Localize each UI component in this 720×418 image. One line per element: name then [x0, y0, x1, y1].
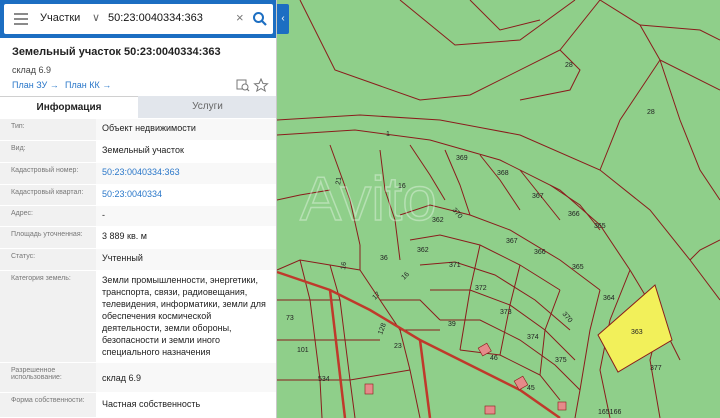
svg-text:45: 45	[527, 385, 535, 392]
property-key: Кадастровый квартал:	[0, 185, 96, 205]
svg-text:21: 21	[335, 176, 343, 185]
plan-zu-label: План ЗУ	[12, 80, 48, 90]
svg-text:369: 369	[456, 155, 468, 162]
search-bar: Участки ∨ 50:23:0040334:363 ×	[0, 0, 276, 38]
property-row: Форма собственности: Частная собственнос…	[0, 393, 276, 418]
tab-services[interactable]: Услуги	[138, 96, 276, 118]
property-key: Категория земель:	[0, 271, 96, 362]
cadastral-quarter-link[interactable]: 50:23:0040334	[96, 185, 276, 205]
plan-kk-link[interactable]: План КК →	[65, 80, 111, 90]
chevron-left-icon: ‹	[281, 13, 285, 24]
property-row: Вид: Земельный участок	[0, 141, 276, 163]
svg-text:39: 39	[448, 321, 456, 328]
panel-tools	[236, 78, 269, 92]
search-icon[interactable]	[252, 11, 268, 27]
info-panel: Участки ∨ 50:23:0040334:363 × Земельный …	[0, 0, 277, 418]
svg-text:367: 367	[532, 193, 544, 200]
svg-text:362: 362	[432, 217, 444, 224]
menu-icon[interactable]	[14, 13, 28, 25]
property-value: Учтенный	[96, 249, 276, 270]
arrow-right-icon: →	[102, 80, 112, 90]
svg-text:16: 16	[340, 261, 348, 270]
svg-text:365: 365	[594, 223, 606, 230]
svg-text:366: 366	[534, 249, 546, 256]
avito-watermark: Avito	[300, 165, 437, 234]
property-value: Объект недвижимости	[96, 119, 276, 140]
zoom-to-icon[interactable]	[236, 79, 250, 92]
property-row: Статус: Учтенный	[0, 249, 276, 271]
svg-text:16: 16	[398, 183, 406, 190]
svg-text:365: 365	[572, 264, 584, 271]
svg-text:372: 372	[475, 285, 487, 292]
svg-text:1: 1	[386, 131, 390, 138]
property-value: Земли промышленности, энергетики, трансп…	[102, 275, 266, 357]
svg-text:371: 371	[449, 262, 461, 269]
property-key: Форма собственности:	[0, 393, 96, 417]
cadastral-map-app: Avito 1 16 21 28 28 369 368 367 366 370 …	[0, 0, 720, 418]
svg-text:373: 373	[500, 309, 512, 316]
svg-text:362: 362	[417, 247, 429, 254]
property-key: Площадь уточненная:	[0, 227, 96, 248]
search-input[interactable]: 50:23:0040334:363	[108, 12, 203, 24]
property-key: Кадастровый номер:	[0, 163, 96, 184]
plan-kk-label: План КК	[65, 80, 100, 90]
tab-bar: Информация Услуги	[0, 96, 276, 118]
property-row: Адрес: -	[0, 206, 276, 227]
property-value: Частная собственность	[102, 399, 201, 409]
star-icon[interactable]	[253, 78, 269, 92]
parcel-subtitle: склад 6.9	[12, 65, 52, 75]
property-row: Кадастровый номер: 50:23:0040334:363	[0, 163, 276, 185]
property-key: Вид:	[0, 141, 96, 162]
close-icon[interactable]: ×	[236, 10, 244, 25]
svg-text:534: 534	[318, 376, 330, 383]
property-value: Земельный участок	[102, 145, 184, 155]
svg-text:374: 374	[527, 334, 539, 341]
svg-text:366: 366	[568, 211, 580, 218]
svg-text:367: 367	[506, 238, 518, 245]
svg-text:363: 363	[631, 329, 643, 336]
category-select[interactable]: Участки	[40, 12, 80, 24]
cadastral-number-link[interactable]: 50:23:0040334:363	[96, 163, 276, 184]
property-row: Кадастровый квартал: 50:23:0040334	[0, 185, 276, 206]
property-row: Разрешенное использование: склад 6.9	[0, 363, 276, 393]
property-key: Тип:	[0, 119, 96, 140]
svg-text:165166: 165166	[598, 409, 621, 416]
collapse-panel-button[interactable]: ‹	[277, 4, 289, 34]
property-value: склад 6.9	[96, 363, 276, 392]
svg-text:28: 28	[647, 109, 655, 116]
property-row: Тип: Объект недвижимости	[0, 119, 276, 141]
svg-text:23: 23	[394, 343, 402, 350]
tab-info[interactable]: Информация	[0, 96, 138, 118]
svg-text:368: 368	[497, 170, 509, 177]
property-value: -	[96, 206, 276, 226]
svg-text:101: 101	[297, 347, 309, 354]
property-value: 3 889 кв. м	[102, 231, 147, 241]
svg-text:375: 375	[555, 357, 567, 364]
property-row: Категория земель: Земли промышленности, …	[0, 271, 276, 363]
property-row: Площадь уточненная: 3 889 кв. м	[0, 227, 276, 249]
property-key: Адрес:	[0, 206, 96, 226]
svg-text:36: 36	[380, 255, 388, 262]
chevron-down-icon[interactable]: ∨	[92, 11, 102, 25]
search-box: Участки ∨ 50:23:0040334:363 ×	[4, 4, 273, 34]
svg-text:364: 364	[603, 295, 615, 302]
page-title: Земельный участок 50:23:0040334:363	[12, 46, 221, 58]
svg-text:377: 377	[650, 365, 662, 372]
svg-text:28: 28	[565, 62, 573, 69]
svg-text:73: 73	[286, 315, 294, 322]
arrow-right-icon: →	[49, 80, 59, 90]
plan-zu-link[interactable]: План ЗУ →	[12, 80, 59, 90]
property-key: Разрешенное использование:	[0, 363, 96, 392]
property-key: Статус:	[0, 249, 96, 270]
svg-text:46: 46	[490, 355, 498, 362]
